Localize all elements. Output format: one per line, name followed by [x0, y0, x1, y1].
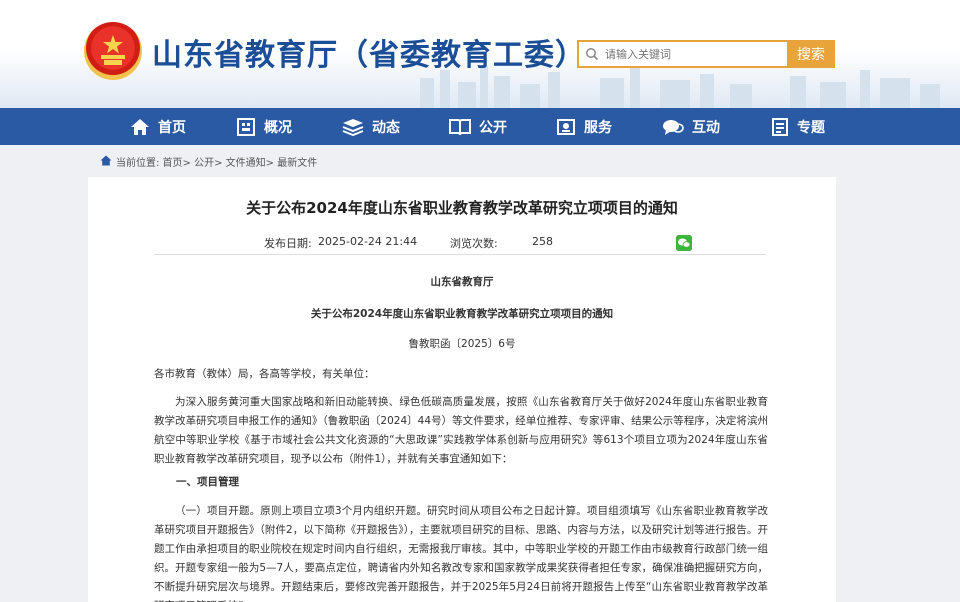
site-title[interactable]: 山东省教育厅（省委教育工委）: [152, 30, 586, 74]
share-wechat-icon[interactable]: [676, 235, 692, 251]
article-meta: 发布日期: 2025-02-24 21:44 浏览次数: 258: [154, 231, 766, 255]
nav-item-news[interactable]: 动态: [342, 108, 400, 145]
location-home-icon: [100, 155, 112, 169]
article-subtitle: 关于公布2024年度山东省职业教育教学改革研究立项项目的通知: [310, 308, 614, 320]
nav-label: 互动: [692, 119, 720, 136]
nav-item-public[interactable]: 公开: [449, 108, 507, 145]
building-icon: [236, 117, 256, 136]
nav-item-interact[interactable]: 互动: [662, 108, 720, 145]
paragraph-2: （一）项目开题。原则上项目立项3个月内组织开题。研究时间从项目公布之日起计算。项…: [154, 505, 768, 602]
document-number: 鲁教职函〔2025〕6号: [408, 338, 516, 350]
search-icon: [579, 47, 605, 61]
paragraph-1: 为深入服务黄河重大国家战略和新旧动能转换、绿色低碳高质量发展，按照《山东省教育厅…: [154, 396, 768, 465]
breadcrumb: 当前位置: 首页> 公开> 文件通知> 最新文件: [100, 154, 317, 169]
home-icon: [130, 118, 150, 136]
search-box: [577, 40, 787, 68]
article-title: 关于公布2024年度山东省职业教育教学改革研究立项项目的通知: [246, 199, 678, 217]
document-icon: [771, 117, 789, 136]
breadcrumb-bar: 当前位置: 首页> 公开> 文件通知> 最新文件: [0, 145, 960, 177]
nav-label: 专题: [797, 119, 825, 136]
national-emblem-icon: [84, 22, 142, 80]
layers-icon: [342, 118, 364, 136]
views-count: 258: [532, 235, 553, 248]
views-label: 浏览次数:: [450, 237, 498, 250]
search-button[interactable]: 搜索: [787, 40, 835, 68]
salutation: 各市教育（教体）局，各高等学校，有关单位：: [154, 368, 375, 380]
chat-icon: [662, 118, 684, 136]
nav-item-overview[interactable]: 概况: [236, 108, 292, 145]
service-icon: [556, 118, 576, 136]
nav-item-service[interactable]: 服务: [556, 108, 612, 145]
nav-label: 动态: [372, 119, 400, 136]
article-container: 关于公布2024年度山东省职业教育教学改革研究立项项目的通知 发布日期: 202…: [88, 177, 836, 602]
nav-label: 服务: [584, 119, 612, 136]
nav-item-topics[interactable]: 专题: [771, 108, 825, 145]
publish-date: 2025-02-24 21:44: [318, 235, 418, 248]
nav-label: 首页: [158, 119, 186, 136]
issuing-org: 山东省教育厅: [430, 276, 494, 288]
book-icon: [449, 118, 471, 136]
site-header: 山东省教育厅（省委教育工委） 搜索: [0, 0, 960, 108]
publish-label: 发布日期:: [264, 237, 312, 250]
nav-label: 公开: [479, 119, 507, 136]
nav-item-home[interactable]: 首页: [130, 108, 186, 145]
search-input[interactable]: [605, 47, 775, 61]
section-heading-1: 一、项目管理: [176, 476, 239, 488]
breadcrumb-text[interactable]: 当前位置: 首页> 公开> 文件通知> 最新文件: [116, 154, 317, 169]
nav-label: 概况: [264, 119, 292, 136]
main-nav: 首页 概况 动态 公开 服务 互动 专题: [0, 108, 960, 145]
